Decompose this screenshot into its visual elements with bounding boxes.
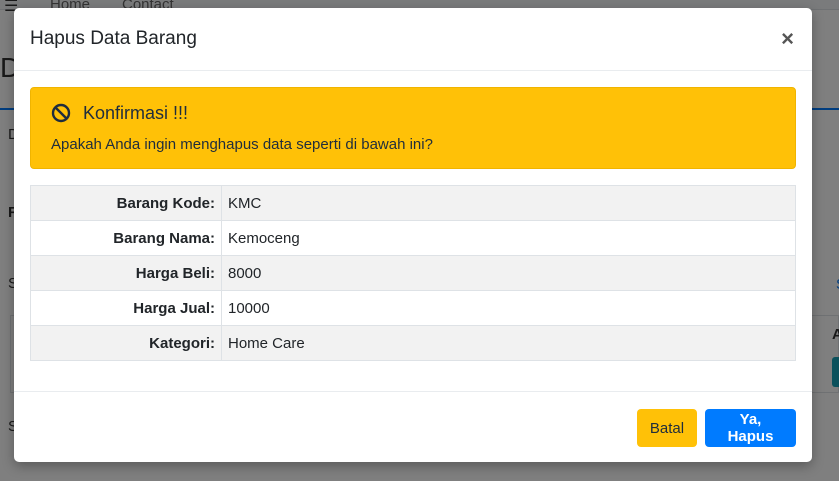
confirm-delete-button[interactable]: Ya, Hapus	[705, 409, 796, 447]
modal-header: Hapus Data Barang ×	[14, 8, 812, 71]
table-row: Harga Beli: 8000	[30, 255, 796, 291]
detail-value: Kemoceng	[221, 220, 796, 256]
close-button[interactable]: ×	[779, 28, 796, 50]
detail-value: 8000	[221, 255, 796, 291]
table-row: Harga Jual: 10000	[30, 290, 796, 326]
table-row: Kategori: Home Care	[30, 325, 796, 361]
detail-value: Home Care	[221, 325, 796, 361]
confirmation-alert: Konfirmasi !!! Apakah Anda ingin menghap…	[30, 87, 796, 169]
delete-modal: Hapus Data Barang × Konfirmasi !!! Apaka…	[14, 8, 812, 462]
table-row: Barang Nama: Kemoceng	[30, 220, 796, 256]
ban-icon	[51, 103, 71, 123]
detail-value: KMC	[221, 185, 796, 221]
detail-label: Harga Jual:	[30, 290, 222, 326]
detail-label: Barang Nama:	[30, 220, 222, 256]
detail-value: 10000	[221, 290, 796, 326]
detail-label: Kategori:	[30, 325, 222, 361]
cancel-button[interactable]: Batal	[637, 409, 697, 447]
table-row: Barang Kode: KMC	[30, 185, 796, 221]
modal-footer: Batal Ya, Hapus	[14, 391, 812, 462]
detail-label: Barang Kode:	[30, 185, 222, 221]
alert-message: Apakah Anda ingin menghapus data seperti…	[51, 136, 433, 153]
item-details-table: Barang Kode: KMC Barang Nama: Kemoceng H…	[30, 185, 796, 361]
detail-label: Harga Beli:	[30, 255, 222, 291]
alert-title: Konfirmasi !!!	[83, 102, 189, 123]
modal-title: Hapus Data Barang	[30, 28, 197, 49]
